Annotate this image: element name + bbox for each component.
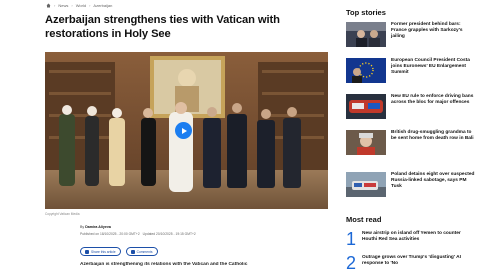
top-story-title: Poland detains eight over suspected Russ…	[391, 172, 475, 190]
comments-button[interactable]: Comments	[125, 247, 158, 256]
most-read-rank: 1	[346, 229, 357, 249]
breadcrumb-separator: ›	[54, 3, 56, 8]
share-icon	[85, 249, 89, 254]
most-read-heading: Most read	[346, 215, 382, 224]
play-video-button[interactable]	[175, 122, 192, 139]
breadcrumb-item-azerbaijan[interactable]: Azerbaijan	[93, 3, 112, 8]
top-story-item[interactable]: British drug-smuggling grandma to be sen…	[346, 130, 476, 158]
top-story-title: European Council President Costa joins E…	[391, 58, 470, 76]
most-read-item[interactable]: 2 Outrage grows over Trump's 'disgusting…	[346, 253, 476, 270]
top-story-item[interactable]: Poland detains eight over suspected Russ…	[346, 172, 476, 200]
share-row: Share this article Comments	[80, 247, 158, 256]
share-article-button[interactable]: Share this article	[80, 247, 121, 256]
top-story-item[interactable]: European Council President Costa joins E…	[346, 58, 476, 86]
article-hero-image[interactable]	[45, 52, 328, 209]
byline: By Damira Aliyeva	[80, 225, 111, 229]
most-read-rank: 2	[346, 253, 357, 270]
author-name[interactable]: Damira Aliyeva	[85, 225, 111, 229]
image-caption: Copyright Vatican Media	[45, 212, 80, 216]
top-story-item[interactable]: New EU rule to enforce driving bans acro…	[346, 94, 476, 122]
breadcrumb-separator: ›	[89, 3, 91, 8]
top-story-title: Former president behind bars: France gra…	[391, 22, 463, 40]
comments-label: Comments	[136, 249, 153, 254]
top-story-title: New EU rule to enforce driving bans acro…	[391, 94, 474, 106]
story-thumbnail	[346, 172, 386, 197]
breadcrumb-separator: ›	[71, 3, 73, 8]
breadcrumb: › News › World › Azerbaijan	[46, 3, 112, 8]
top-stories-heading: Top stories	[346, 8, 386, 17]
play-icon	[181, 127, 187, 134]
page-title: Azerbaijan strengthens ties with Vatican…	[45, 14, 280, 40]
top-story-item[interactable]: Former president behind bars: France gra…	[346, 22, 476, 50]
most-read-title: Outrage grows over Trump's 'disgusting' …	[362, 255, 461, 267]
top-story-title: British drug-smuggling grandma to be sen…	[391, 130, 474, 142]
byline-prefix: By	[80, 225, 85, 229]
story-thumbnail	[346, 58, 386, 83]
breadcrumb-item-news[interactable]: News	[58, 3, 68, 8]
story-thumbnail	[346, 130, 386, 155]
article-dates: Published on 18/10/2025 - 20:00 GMT+2 Up…	[80, 232, 196, 236]
story-thumbnail	[346, 94, 386, 119]
published-date: Published on 18/10/2025 - 20:00 GMT+2	[80, 232, 140, 236]
home-icon[interactable]	[46, 3, 51, 8]
share-label: Share this article	[91, 249, 116, 254]
story-thumbnail	[346, 22, 386, 47]
updated-date: Updated 20/10/2025 - 19:15 GMT+2	[142, 232, 196, 236]
most-read-title: New airstrip on island off Yemen to coun…	[362, 231, 461, 243]
breadcrumb-item-world[interactable]: World	[76, 3, 86, 8]
most-read-item[interactable]: 1 New airstrip on island off Yemen to co…	[346, 229, 476, 249]
article-lead: Azerbaijan is strengthening its relation…	[80, 262, 248, 267]
comment-icon	[130, 249, 135, 254]
